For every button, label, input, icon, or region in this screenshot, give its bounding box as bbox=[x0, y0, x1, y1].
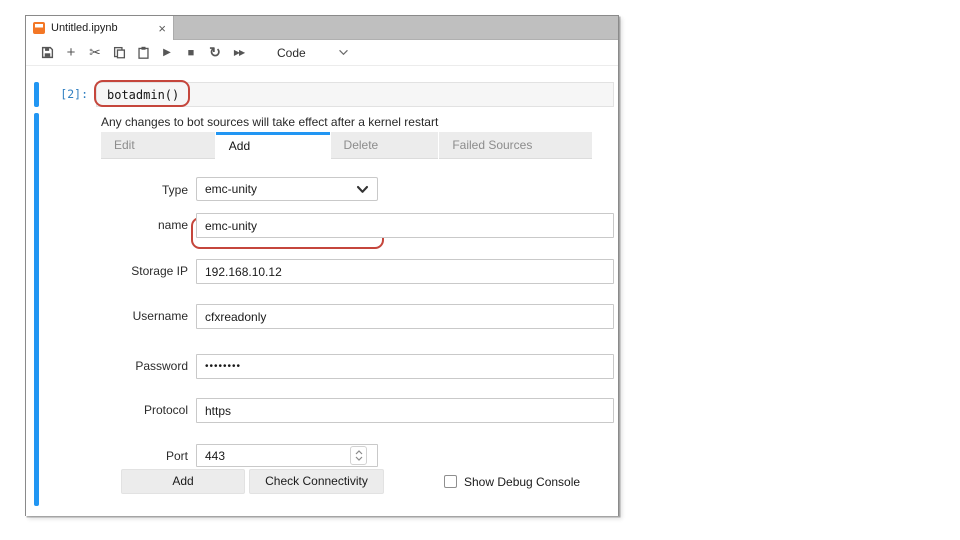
show-debug-console-label: Show Debug Console bbox=[464, 475, 580, 489]
paste-cell-icon[interactable] bbox=[131, 41, 155, 65]
add-button[interactable]: Add bbox=[121, 469, 245, 494]
tab-delete[interactable]: Delete bbox=[331, 132, 439, 159]
close-icon[interactable]: × bbox=[158, 22, 166, 35]
type-select-value: emc-unity bbox=[205, 182, 257, 196]
chevron-down-icon[interactable] bbox=[355, 456, 363, 461]
password-label: Password bbox=[66, 359, 188, 373]
document-tab-bar: Untitled.ipynb × bbox=[26, 16, 618, 40]
chevron-up-icon[interactable] bbox=[355, 450, 363, 455]
cut-cell-icon[interactable]: ✂ bbox=[83, 41, 107, 65]
run-cell-icon[interactable]: ▶ bbox=[155, 41, 179, 65]
cell-type-value: Code bbox=[277, 46, 306, 60]
name-input[interactable] bbox=[196, 213, 614, 238]
kernel-restart-message: Any changes to bot sources will take eff… bbox=[101, 115, 438, 129]
show-debug-console-checkbox[interactable] bbox=[444, 475, 457, 488]
check-connectivity-button[interactable]: Check Connectivity bbox=[249, 469, 384, 494]
restart-kernel-icon[interactable]: ↻ bbox=[203, 41, 227, 65]
type-select[interactable]: emc-unity bbox=[196, 177, 378, 201]
storage-ip-input[interactable] bbox=[196, 259, 614, 284]
name-label: name bbox=[66, 218, 188, 232]
notebook-window: Untitled.ipynb × + ✂ ▶ ■ bbox=[25, 15, 619, 516]
protocol-label: Protocol bbox=[66, 403, 188, 417]
cell-type-dropdown[interactable]: Code bbox=[277, 41, 349, 65]
document-title: Untitled.ipynb bbox=[51, 22, 152, 34]
port-stepper[interactable] bbox=[350, 446, 367, 465]
username-label: Username bbox=[66, 309, 188, 323]
type-label: Type bbox=[66, 183, 188, 197]
save-icon[interactable] bbox=[35, 41, 59, 65]
port-label: Port bbox=[66, 449, 188, 463]
widget-tab-strip: Edit Add Delete Failed Sources bbox=[101, 132, 592, 159]
storage-ip-label: Storage IP bbox=[66, 264, 188, 278]
password-input[interactable] bbox=[196, 354, 614, 379]
username-input[interactable] bbox=[196, 304, 614, 329]
output-collapser[interactable] bbox=[34, 113, 39, 506]
red-annotation-code bbox=[94, 80, 190, 107]
tab-failed-sources[interactable]: Failed Sources bbox=[439, 132, 592, 159]
notebook-toolbar: + ✂ ▶ ■ ↻ ▶▶ Code bbox=[26, 40, 618, 66]
chevron-down-icon bbox=[356, 185, 369, 194]
tab-add[interactable]: Add bbox=[216, 132, 330, 159]
notebook-content: [2]: botadmin() Any changes to bot sourc… bbox=[26, 66, 618, 516]
run-all-icon[interactable]: ▶▶ bbox=[227, 41, 251, 65]
code-cell-editor[interactable]: botadmin() bbox=[96, 82, 614, 107]
execution-count: [2]: bbox=[34, 87, 88, 101]
document-tab[interactable]: Untitled.ipynb × bbox=[26, 16, 174, 40]
copy-cell-icon[interactable] bbox=[107, 41, 131, 65]
protocol-input[interactable] bbox=[196, 398, 614, 423]
stop-kernel-icon[interactable]: ■ bbox=[179, 41, 203, 65]
chevron-down-icon bbox=[338, 49, 349, 56]
add-cell-icon[interactable]: + bbox=[59, 41, 83, 65]
notebook-file-icon bbox=[33, 22, 45, 34]
tab-edit[interactable]: Edit bbox=[101, 132, 215, 159]
